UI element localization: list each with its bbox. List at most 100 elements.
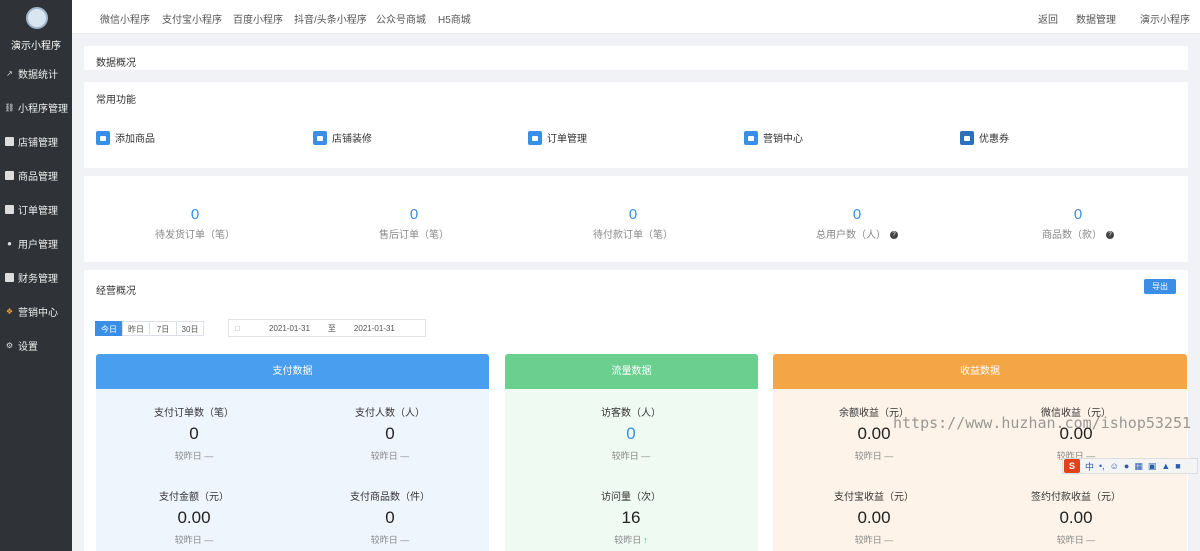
metric-label: 签约付款收益（元）	[1031, 492, 1121, 503]
payment-card: 支付数据 支付订单数（笔） 0 较昨日 — 支付人数（人） 0 较昨日 — 支付…	[96, 354, 489, 551]
marketing-icon	[744, 130, 758, 145]
tab-alipay-miniapp[interactable]: 支付宝小程序	[162, 11, 222, 26]
tab-baidu-miniapp[interactable]: 百度小程序	[233, 11, 283, 26]
stat-pending-pay: 0 待付款订单（笔）	[563, 206, 703, 241]
tab-douyin-miniapp[interactable]: 抖音/头条小程序	[294, 11, 367, 26]
toolbox-icon[interactable]: ■	[1175, 461, 1180, 471]
mic-icon[interactable]: ●	[1124, 461, 1129, 471]
watermark-text: https://www.huzhan.com/ishop53251	[893, 414, 1192, 432]
date-end: 2021-01-31	[353, 323, 395, 333]
account-menu[interactable]: 演示小程序	[1140, 11, 1190, 26]
stat-value: 0	[1073, 206, 1083, 223]
sidebar-item-finance[interactable]: 财务管理	[5, 269, 71, 285]
metric-value: 0.00	[1059, 508, 1093, 527]
settings-icon: ⚙	[5, 340, 14, 350]
sidebar-item-label: 数据统计	[18, 69, 58, 81]
app-logo	[26, 7, 48, 29]
sidebar-item-label: 商品管理	[18, 171, 58, 183]
metric-label: 支付订单数（笔）	[154, 408, 234, 419]
ime-toolbar[interactable]: S 中 •, ☺ ● ▦ ▣ ▲ ■	[1062, 458, 1198, 474]
coupon-icon	[960, 130, 974, 145]
sidebar-item-settings[interactable]: ⚙ 设置	[5, 337, 71, 353]
date-range-picker[interactable]: □ 2021-01-31 至 2021-01-31	[228, 319, 426, 337]
add-goods-icon	[96, 130, 110, 145]
quick-order-manage[interactable]: 订单管理	[528, 130, 587, 145]
quick-shop-decor[interactable]: 店铺装修	[313, 130, 372, 145]
metric-compare: 较昨日 —	[174, 535, 214, 545]
metric-label: 访客数（人）	[601, 408, 661, 419]
finance-icon	[5, 272, 14, 282]
sidebar-item-orders[interactable]: 订单管理	[5, 201, 71, 217]
help-icon[interactable]: ?	[890, 231, 898, 240]
export-button[interactable]: 导出	[1144, 279, 1176, 294]
quick-label: 店铺装修	[332, 134, 372, 145]
sogou-logo-icon[interactable]: S	[1064, 459, 1080, 473]
skin-icon[interactable]: ▣	[1148, 461, 1157, 472]
stat-label-text: 总用户数（人）	[816, 230, 886, 241]
stat-value: 0	[190, 206, 200, 223]
sidebar-item-label: 营销中心	[18, 307, 58, 319]
sidebar-item-label: 店铺管理	[18, 137, 58, 149]
range-tab-yesterday[interactable]: 昨日	[122, 321, 150, 336]
back-link[interactable]: 返回	[1038, 11, 1058, 26]
range-tab-30days[interactable]: 30日	[176, 321, 204, 336]
metric-value: 0	[189, 424, 199, 443]
quick-coupon[interactable]: 优惠券	[960, 130, 1009, 145]
metric-compare: 较昨日 —	[1056, 535, 1096, 545]
range-tab-today[interactable]: 今日	[95, 321, 123, 336]
stat-label-text: 商品数（款）	[1042, 230, 1102, 241]
sidebar-item-goods[interactable]: 商品管理	[5, 167, 71, 183]
traffic-card: 流量数据 访客数（人） 0 较昨日 — 访问量（次） 16 较昨日 ↑	[505, 354, 758, 551]
punctuation-icon[interactable]: •,	[1099, 461, 1105, 471]
help-icon[interactable]: ?	[1106, 231, 1114, 240]
shop-icon	[5, 136, 14, 146]
quick-marketing[interactable]: 营销中心	[744, 130, 803, 145]
ime-mode[interactable]: 中	[1085, 460, 1094, 473]
sidebar-item-miniapp[interactable]: ⛓ 小程序管理	[4, 99, 71, 115]
business-title: 经营概况	[96, 286, 136, 297]
date-separator: 至	[327, 323, 336, 333]
tab-h5-mall[interactable]: H5商城	[438, 11, 471, 26]
metric-value: 0	[626, 424, 636, 443]
metric-cell: 访客数（人） 0 较昨日 —	[556, 404, 706, 462]
metric-label: 支付人数（人）	[355, 408, 425, 419]
traffic-card-header: 流量数据	[505, 354, 758, 389]
quick-label: 营销中心	[763, 134, 803, 145]
sidebar-item-users[interactable]: ● 用户管理	[5, 235, 71, 251]
metric-compare: 较昨日 —	[370, 451, 410, 461]
marketing-icon: ❖	[5, 306, 14, 316]
stat-label: 待发货订单（笔）	[155, 230, 235, 241]
quick-label: 订单管理	[547, 134, 587, 145]
stat-total-users: 0 总用户数（人）?	[787, 206, 927, 241]
metric-cell: 支付商品数（件） 0 较昨日 —	[315, 488, 465, 546]
tab-official-account[interactable]: 公众号商城	[376, 11, 426, 26]
emoji-icon[interactable]: ☺	[1110, 461, 1119, 471]
sidebar-item-stats[interactable]: ↗ 数据统计	[5, 65, 71, 81]
keyboard-icon[interactable]: ▦	[1134, 461, 1143, 472]
sidebar-item-label: 财务管理	[18, 273, 58, 285]
stat-label: 总用户数（人）?	[787, 226, 927, 241]
sidebar-item-marketing[interactable]: ❖ 营销中心	[5, 303, 71, 319]
data-manage-link[interactable]: 数据管理	[1076, 11, 1116, 26]
range-tab-7days[interactable]: 7日	[149, 321, 177, 336]
metric-cell: 支付金额（元） 0.00 较昨日 —	[119, 488, 269, 546]
metric-cell: 余额收益（元） 0.00 较昨日 —	[799, 404, 949, 462]
metric-compare: 较昨日 —	[370, 535, 410, 545]
tab-wechat-miniapp[interactable]: 微信小程序	[100, 11, 150, 26]
metric-compare-text: 较昨日	[614, 535, 642, 545]
metric-cell: 支付订单数（笔） 0 较昨日 —	[119, 404, 269, 462]
sidebar-item-label: 小程序管理	[18, 103, 68, 115]
metric-cell: 支付人数（人） 0 较昨日 —	[315, 404, 465, 462]
sidebar-item-label: 用户管理	[18, 239, 58, 251]
metric-compare: 较昨日 —	[854, 535, 894, 545]
sidebar-item-shop[interactable]: 店铺管理	[5, 133, 71, 149]
metric-value: 0	[385, 508, 395, 527]
user-icon: ●	[7, 238, 12, 248]
quick-add-goods[interactable]: 添加商品	[96, 130, 155, 145]
metric-value: 16	[621, 508, 641, 527]
stat-label: 待付款订单（笔）	[593, 230, 673, 241]
range-tabs: 今日 昨日 7日 30日	[95, 321, 204, 336]
shirt-icon[interactable]: ▲	[1161, 461, 1170, 471]
metric-cell: 访问量（次） 16 较昨日 ↑	[556, 488, 706, 546]
top-navbar: 微信小程序 支付宝小程序 百度小程序 抖音/头条小程序 公众号商城 H5商城 返…	[72, 0, 1200, 34]
